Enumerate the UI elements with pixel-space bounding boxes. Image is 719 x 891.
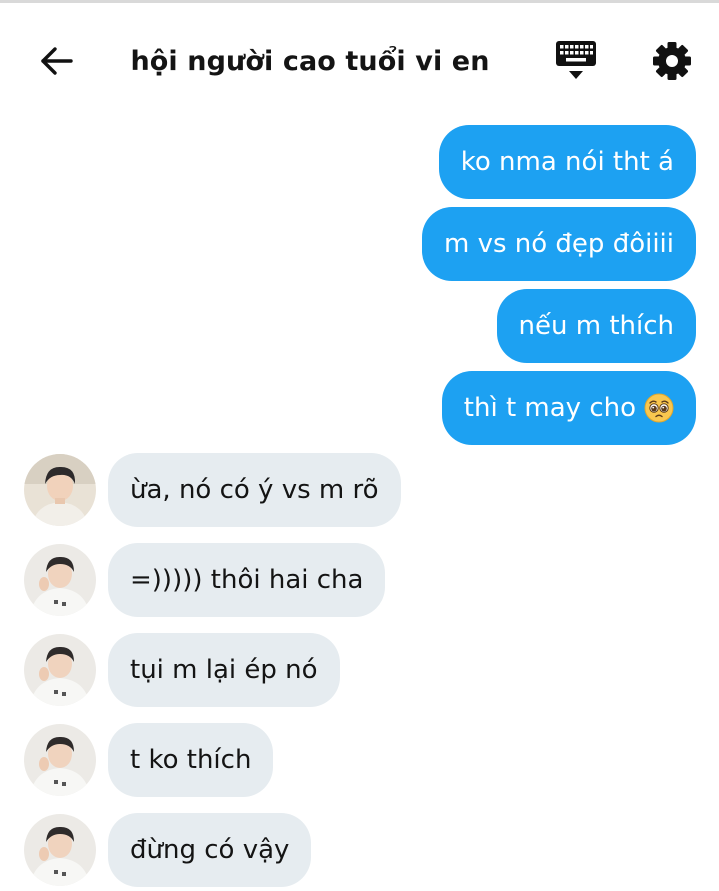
avatar[interactable] — [24, 814, 96, 886]
settings-button[interactable] — [649, 39, 695, 83]
message-text: =))))) thôi hai cha — [130, 565, 364, 595]
incoming-message-row: t ko thích — [24, 723, 274, 797]
incoming-message[interactable]: t ko thích — [108, 723, 274, 797]
outgoing-message[interactable]: nếu m thích — [496, 289, 696, 363]
message-text: thì t may cho — [463, 393, 636, 423]
outgoing-message[interactable]: thì t may cho — [441, 371, 696, 445]
avatar[interactable] — [24, 454, 96, 526]
avatar[interactable] — [24, 724, 96, 796]
gear-icon — [653, 42, 691, 80]
arrow-left-icon — [41, 47, 73, 75]
message-text: đừng có vậy — [130, 835, 290, 865]
incoming-message[interactable]: ừa, nó có ý vs m rõ — [108, 453, 401, 527]
message-text: tụi m lại ép nó — [130, 655, 318, 685]
keyboard-button[interactable] — [552, 39, 600, 83]
keyboard-icon — [556, 41, 596, 79]
incoming-message-row: đừng có vậy — [24, 813, 312, 887]
outgoing-message[interactable]: ko nma nói tht á — [438, 125, 696, 199]
incoming-message[interactable]: đừng có vậy — [108, 813, 312, 887]
incoming-message-row: =))))) thôi hai cha — [24, 543, 386, 617]
pleading-face-emoji — [644, 393, 674, 423]
message-text: ừa, nó có ý vs m rõ — [130, 475, 379, 505]
outgoing-message[interactable]: m vs nó đẹp đôiiii — [421, 207, 696, 281]
incoming-message-row: ừa, nó có ý vs m rõ — [24, 453, 401, 527]
incoming-message[interactable]: =))))) thôi hai cha — [108, 543, 386, 617]
message-text: t ko thích — [130, 745, 252, 775]
avatar[interactable] — [24, 634, 96, 706]
conversation-title: hội người cao tuổi vi en — [130, 45, 490, 77]
incoming-message-row: tụi m lại ép nó — [24, 633, 340, 707]
avatar[interactable] — [24, 544, 96, 616]
chat-header: hội người cao tuổi vi en — [0, 3, 719, 113]
message-text: ko nma nói tht á — [460, 147, 674, 177]
message-text: m vs nó đẹp đôiiii — [443, 229, 674, 259]
message-text: nếu m thích — [518, 311, 674, 341]
message-list[interactable]: ko nma nói tht á m vs nó đẹp đôiiii nếu … — [0, 113, 719, 891]
incoming-message[interactable]: tụi m lại ép nó — [108, 633, 340, 707]
back-button[interactable] — [34, 41, 78, 81]
